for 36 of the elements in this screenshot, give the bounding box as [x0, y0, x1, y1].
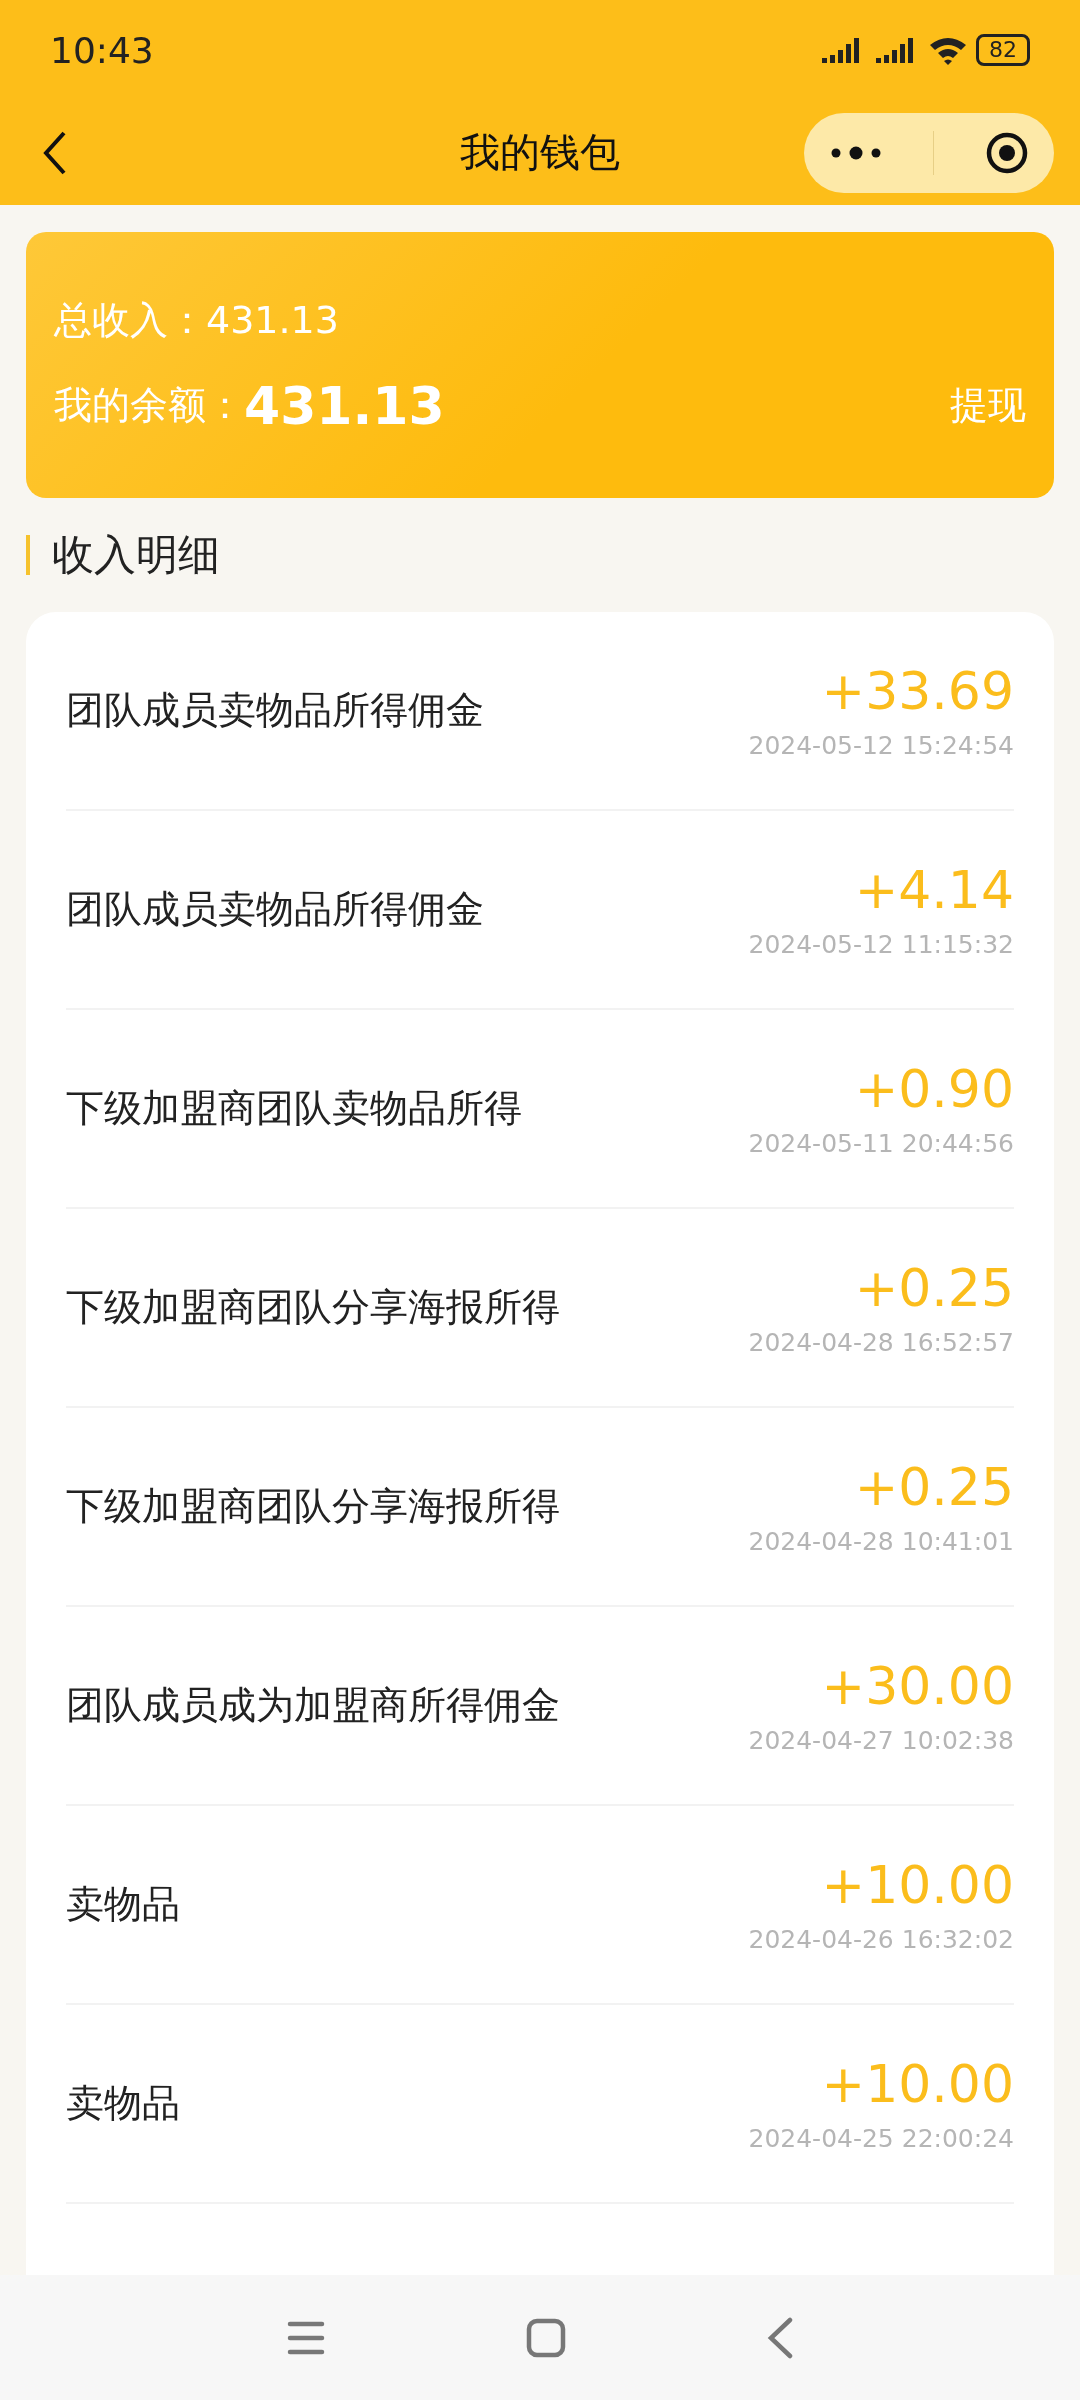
record-amount: +0.25	[854, 1258, 1014, 1318]
record-amount: +0.90	[854, 1059, 1014, 1119]
record-title: 卖物品	[66, 2080, 180, 2127]
more-icon[interactable]	[829, 145, 882, 160]
record-amount: +10.00	[821, 2054, 1014, 2114]
record-title: 下级加盟商团队分享海报所得	[66, 1483, 560, 1530]
balance-label: 我的余额：	[54, 382, 244, 429]
record-amount: +0.25	[854, 1457, 1014, 1517]
record-title: 下级加盟商团队分享海报所得	[66, 1284, 560, 1331]
section-title: 收入明细	[52, 529, 220, 581]
record-amount: +33.69	[821, 661, 1014, 721]
balance-amount: 431.13	[244, 375, 445, 436]
battery-level: 82	[989, 37, 1017, 62]
record-title: 卖物品	[66, 1881, 180, 1928]
record-amount: +10.00	[821, 1855, 1014, 1915]
record-time: 2024-05-12 15:24:54	[748, 731, 1014, 760]
record-title: 下级加盟商团队卖物品所得	[66, 1085, 522, 1132]
record-title: 团队成员卖物品所得佣金	[66, 687, 484, 734]
withdraw-link[interactable]: 提现	[950, 380, 1026, 431]
record-time: 2024-04-28 10:41:01	[748, 1527, 1014, 1556]
record-time: 2024-04-27 10:02:38	[748, 1726, 1014, 1755]
record-time: 2024-04-25 22:00:24	[748, 2124, 1014, 2153]
record-title: 团队成员成为加盟商所得佣金	[66, 1682, 560, 1729]
page-title: 我的钱包	[460, 128, 620, 177]
record-title: 团队成员卖物品所得佣金	[66, 886, 484, 933]
wifi-icon	[928, 35, 968, 65]
record-time: 2024-04-26 16:32:02	[748, 1925, 1014, 1954]
record-time: 2024-04-28 16:52:57	[748, 1328, 1014, 1357]
status-time: 10:43	[50, 29, 154, 71]
menu-icon[interactable]	[286, 2319, 326, 2356]
record-time: 2024-05-12 11:15:32	[748, 930, 1014, 959]
home-icon[interactable]	[526, 2317, 566, 2358]
record-amount: +30.00	[821, 1656, 1014, 1716]
record-time: 2024-05-11 20:44:56	[748, 1129, 1014, 1158]
record-amount: +4.14	[854, 860, 1014, 920]
total-income: 总收入：431.13	[54, 297, 339, 342]
